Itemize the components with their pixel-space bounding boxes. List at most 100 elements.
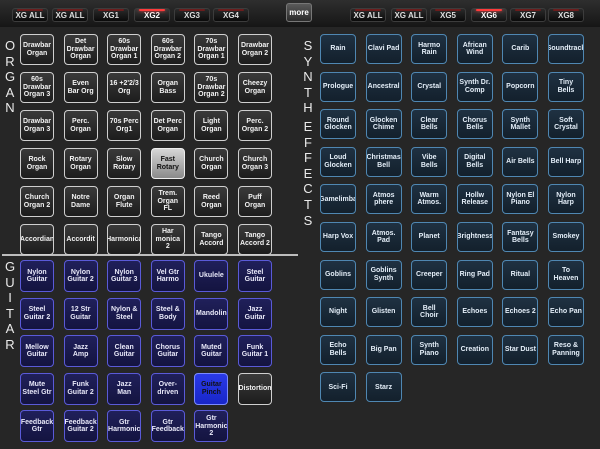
synth-voice-button-star-dust[interactable]: Star Dust [502, 334, 539, 365]
guitar-voice-button-steel-body[interactable]: Steel & Body [150, 297, 185, 330]
organ-voice-button-trem-organ-fl[interactable]: Trem. Organ FL [150, 186, 185, 217]
synth-voice-button-nylon-harp[interactable]: Nylon Harp [547, 184, 584, 215]
guitar-voice-button-12-str-guitar[interactable]: 12 Str Guitar [63, 297, 98, 330]
guitar-voice-button-jazz-amp[interactable]: Jazz Amp [63, 335, 98, 368]
organ-voice-button-church-organ-2[interactable]: Church Organ 2 [20, 186, 54, 217]
guitar-voice-button-nylon-guitar[interactable]: Nylon Guitar [20, 260, 54, 292]
tab-right-xg-all-1[interactable]: XG ALL [391, 8, 427, 22]
synth-voice-button-loud-glocken[interactable]: Loud Glocken [320, 146, 356, 177]
organ-voice-button-60s-drawbar-organ-2[interactable]: 60s Drawbar Organ 2 [150, 34, 185, 65]
tab-right-xg7-4[interactable]: XG7 [510, 8, 546, 22]
synth-voice-button-crystal[interactable]: Crystal [411, 71, 448, 102]
synth-voice-button-vibe-bells[interactable]: Vibe Bells [411, 146, 448, 177]
synth-voice-button-creation[interactable]: Creation [456, 334, 493, 365]
synth-voice-button-glocken-chime[interactable]: Glocken Chime [365, 109, 402, 140]
tab-left-xg-all-0[interactable]: XG ALL [12, 8, 48, 22]
guitar-voice-button-distortion[interactable]: Distortion [237, 372, 272, 405]
synth-voice-button-warm-atmos[interactable]: Warm Atmos. [411, 184, 448, 215]
tab-left-xg-all-1[interactable]: XG ALL [52, 8, 88, 22]
organ-voice-button-har-monica-2[interactable]: Har monica 2 [150, 224, 185, 255]
synth-voice-button-popcorn[interactable]: Popcorn [502, 71, 539, 102]
synth-voice-button-hollw-release[interactable]: Hollw Release [456, 184, 493, 215]
synth-voice-button-brightness[interactable]: Brightness [456, 221, 493, 252]
synth-voice-button-goblins[interactable]: Goblins [320, 259, 356, 290]
tab-right-xg8-5[interactable]: XG8 [548, 8, 584, 22]
guitar-voice-button-nylon-guitar-3[interactable]: Nylon Guitar 3 [107, 260, 142, 292]
guitar-voice-button-clean-guitar[interactable]: Clean Guitar [107, 335, 142, 368]
organ-voice-button-puff-organ[interactable]: Puff Organ [237, 186, 272, 217]
organ-voice-button-16-2-2-3-org[interactable]: 16 +2'2/3 Org [107, 72, 142, 103]
synth-voice-button-starz[interactable]: Starz [365, 372, 402, 403]
guitar-voice-button-mandolin[interactable]: Mandolin [194, 297, 229, 330]
organ-voice-button-church-organ-3[interactable]: Church Organ 3 [237, 148, 272, 179]
synth-voice-button-fantasy-bells[interactable]: Fantasy Bells [502, 221, 539, 252]
organ-voice-button-cheezy-organ[interactable]: Cheezy Organ [237, 72, 272, 103]
organ-voice-button-70s-drawbar-organ-1[interactable]: 70s Drawbar Organ 1 [194, 34, 229, 65]
organ-voice-button-organ-bass[interactable]: Organ Bass [150, 72, 185, 103]
tab-left-xg1-2[interactable]: XG1 [93, 8, 129, 22]
synth-voice-button-sci-fi[interactable]: Sci-Fi [320, 372, 356, 403]
tab-left-xg3-4[interactable]: XG3 [174, 8, 210, 22]
organ-voice-button-70s-drawbar-organ-2[interactable]: 70s Drawbar Organ 2 [194, 72, 229, 103]
organ-voice-button-reed-organ[interactable]: Reed Organ [194, 186, 229, 217]
guitar-voice-button-feedback-gtr[interactable]: Feedback Gtr [20, 410, 54, 443]
organ-voice-button-perc-organ-2[interactable]: Perc. Organ 2 [237, 110, 272, 141]
synth-voice-button-glisten[interactable]: Glisten [365, 297, 402, 328]
synth-voice-button-clavi-pad[interactable]: Clavi Pad [365, 34, 402, 64]
organ-voice-button-drawbar-organ[interactable]: Drawbar Organ [20, 34, 54, 65]
synth-voice-button-smokey[interactable]: Smokey [547, 221, 584, 252]
more-button[interactable]: more [286, 3, 312, 22]
synth-voice-button-christmas-bell[interactable]: Christmas Bell [365, 146, 402, 177]
guitar-voice-button-funk-guitar-2[interactable]: Funk Guitar 2 [63, 372, 98, 405]
synth-voice-button-digital-bells[interactable]: Digital Bells [456, 146, 493, 177]
synth-voice-button-echoes-2[interactable]: Echoes 2 [502, 297, 539, 328]
tab-right-xg6-3[interactable]: XG6 [471, 8, 507, 22]
guitar-voice-button-gtr-harmonic-2[interactable]: Gtr Harmonic 2 [194, 410, 229, 443]
tab-left-xg4-5[interactable]: XG4 [213, 8, 249, 22]
guitar-voice-button-feedback-guitar-2[interactable]: Feedback Guitar 2 [63, 410, 98, 443]
guitar-voice-button-chorus-guitar[interactable]: Chorus Guitar [150, 335, 185, 368]
synth-voice-button-synth-mallet[interactable]: Synth Mallet [502, 109, 539, 140]
organ-voice-button-slow-rotary[interactable]: Slow Rotary [107, 148, 142, 179]
organ-voice-button-fast-rotary[interactable]: Fast Rotary [150, 148, 185, 179]
organ-voice-button-drawbar-organ-2[interactable]: Drawbar Organ 2 [237, 34, 272, 65]
guitar-voice-button-steel-guitar-2[interactable]: Steel Guitar 2 [20, 297, 54, 330]
synth-voice-button-to-heaven[interactable]: To Heaven [547, 259, 584, 290]
synth-voice-button-rain[interactable]: Rain [320, 34, 356, 64]
organ-voice-button-accordian[interactable]: Accordian [20, 224, 54, 255]
organ-voice-button-60s-drawbar-organ-1[interactable]: 60s Drawbar Organ 1 [107, 34, 142, 65]
tab-left-xg2-3[interactable]: XG2 [134, 8, 170, 22]
organ-voice-button-harmonica[interactable]: Harmonica [107, 224, 142, 255]
guitar-voice-button-guitar-pinch[interactable]: Guitar Pinch [194, 372, 229, 405]
guitar-voice-button-mute-steel-gtr[interactable]: Mute Steel Gtr [20, 372, 54, 405]
synth-voice-button-chorus-bells[interactable]: Chorus Bells [456, 109, 493, 140]
synth-voice-button-prologue[interactable]: Prologue [320, 71, 356, 102]
organ-voice-button-tango-accord-2[interactable]: Tango Accord 2 [237, 224, 272, 255]
synth-voice-button-nylon-el-piano[interactable]: Nylon El Piano [502, 184, 539, 215]
organ-voice-button-organ-flute[interactable]: Organ Flute [107, 186, 142, 217]
synth-voice-button-harmo-rain[interactable]: Harmo Rain [411, 34, 448, 64]
synth-voice-button-ritual[interactable]: Ritual [502, 259, 539, 290]
guitar-voice-button-over-driven[interactable]: Over- driven [150, 372, 185, 405]
organ-voice-button-rotary-organ[interactable]: Rotary Organ [63, 148, 98, 179]
synth-voice-button-synth-dr-comp[interactable]: Synth Dr. Comp [456, 71, 493, 102]
organ-voice-button-60s-drawbar-organ-3[interactable]: 60s Drawbar Organ 3 [20, 72, 54, 103]
organ-voice-button-light-organ[interactable]: Light Organ [194, 110, 229, 141]
organ-voice-button-accordit[interactable]: Accordit [63, 224, 98, 255]
organ-voice-button-tango-accord[interactable]: Tango Accord [194, 224, 229, 255]
synth-voice-button-echo-pan[interactable]: Echo Pan [547, 297, 584, 328]
synth-voice-button-african-wind[interactable]: African Wind [456, 34, 493, 64]
guitar-voice-button-gtr-feedback[interactable]: Gtr Feedback [150, 410, 185, 443]
synth-voice-button-big-pan[interactable]: Big Pan [365, 334, 402, 365]
guitar-voice-button-nylon-guitar-2[interactable]: Nylon Guitar 2 [63, 260, 98, 292]
synth-voice-button-bell-harp[interactable]: Bell Harp [547, 146, 584, 177]
organ-voice-button-drawbar-organ-3[interactable]: Drawbar Organ 3 [20, 110, 54, 141]
synth-voice-button-atmos-pad[interactable]: Atmos. Pad [365, 221, 402, 252]
guitar-voice-button-mellow-guitar[interactable]: Mellow Guitar [20, 335, 54, 368]
synth-voice-button-harp-vox[interactable]: Harp Vox [320, 221, 356, 252]
guitar-voice-button-muted-guitar[interactable]: Muted Guitar [194, 335, 229, 368]
guitar-voice-button-steel-guitar[interactable]: Steel Guitar [237, 260, 272, 292]
organ-voice-button-det-perc-organ[interactable]: Det Perc Organ [150, 110, 185, 141]
tab-right-xg-all-0[interactable]: XG ALL [350, 8, 386, 22]
synth-voice-button-reso-panning[interactable]: Reso & Panning [547, 334, 584, 365]
